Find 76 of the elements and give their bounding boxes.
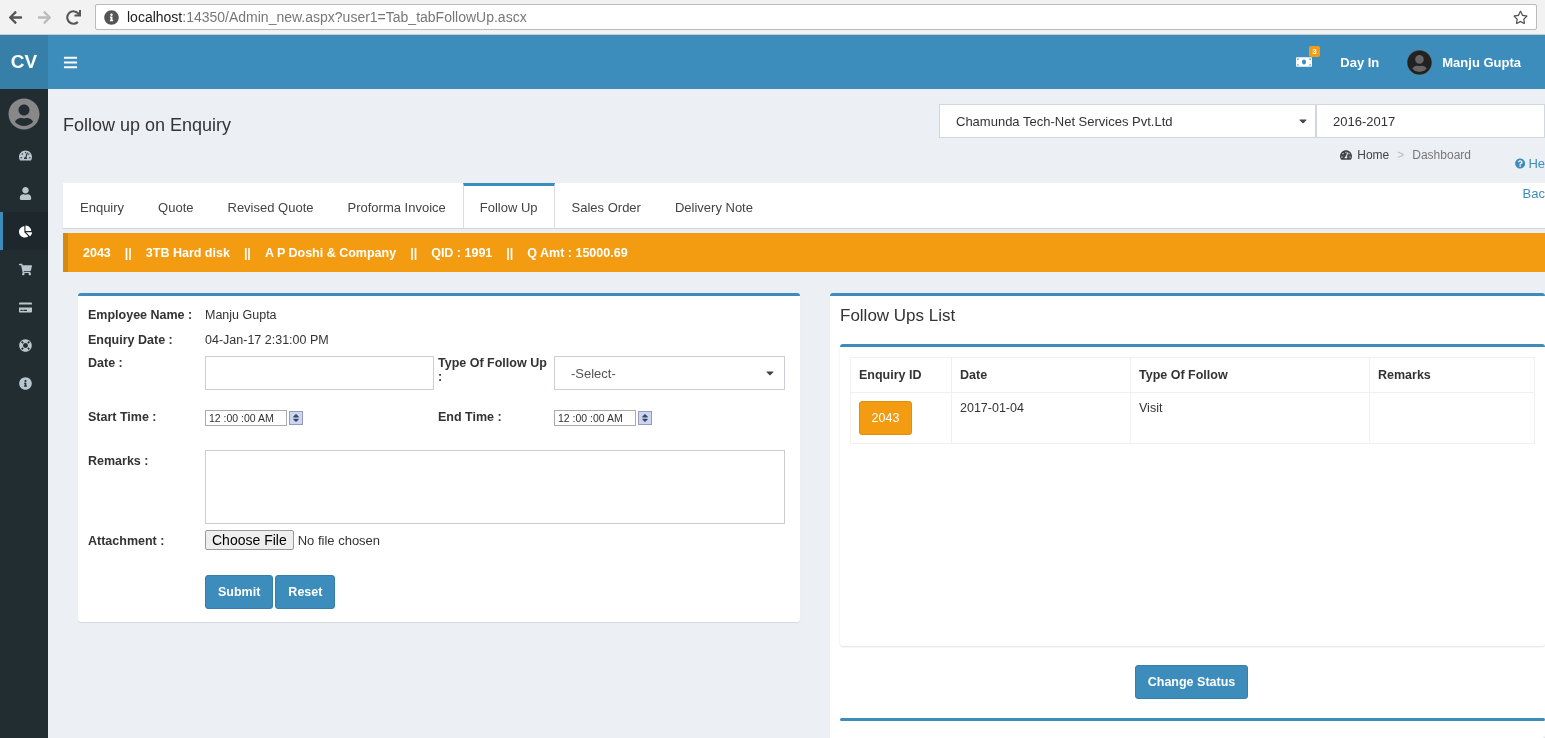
company-select[interactable]: Chamunda Tech-Net Services Pvt.Ltd: [939, 104, 1316, 138]
back-link[interactable]: Bac: [1522, 186, 1545, 201]
summary-item: 3TB Hard disk: [145, 245, 230, 260]
dashboard-icon: [19, 148, 32, 162]
url-host: localhost: [127, 9, 183, 25]
column-header: Type Of Follow: [1130, 357, 1370, 393]
tab[interactable]: Quote: [141, 183, 211, 228]
info-icon: [104, 9, 119, 25]
time-field[interactable]: 12 :00 :00 AM: [205, 410, 287, 426]
tab[interactable]: Revised Quote: [210, 183, 331, 228]
type-select[interactable]: -Select-: [554, 356, 785, 390]
spinner-icon[interactable]: [638, 411, 652, 425]
tab[interactable]: Follow Up: [462, 183, 555, 228]
field-label: Enquiry Date :: [88, 333, 173, 347]
tab[interactable]: Sales Order: [554, 183, 658, 228]
star-icon[interactable]: [1513, 9, 1528, 25]
address-bar[interactable]: localhost:14350/Admin_new.aspx?user1=Tab_tabFollowUp.ascx: [95, 4, 1537, 30]
help-icon[interactable]: [1515, 156, 1526, 170]
submit-button[interactable]: Submit: [205, 575, 274, 609]
life-ring-icon: [19, 338, 32, 352]
home-link[interactable]: Home: [1357, 148, 1390, 162]
card-title: Follow Ups List: [840, 306, 957, 326]
column-header: Remarks: [1369, 357, 1535, 393]
tab[interactable]: Delivery Note: [657, 183, 770, 228]
summary-item: 2043: [83, 245, 111, 260]
table-cell: Visit: [1130, 392, 1370, 444]
field-label: Attachment :: [88, 534, 165, 548]
table-cell: 2017-01-04: [951, 392, 1131, 444]
user-icon: [19, 186, 32, 200]
date-field[interactable]: [205, 356, 434, 390]
field-label: Type Of Follow Up :: [438, 356, 548, 384]
column-header: Enquiry ID: [850, 357, 952, 393]
change-status-button[interactable]: Change Status: [1134, 665, 1249, 699]
page-title: Follow up on Enquiry: [63, 115, 232, 136]
field-label: Start Time :: [88, 410, 157, 424]
back-icon[interactable]: [8, 9, 23, 25]
separator: ||: [124, 245, 132, 260]
summary-item: Q Amt : 15000.69: [527, 245, 628, 260]
pie-chart-item[interactable]: [0, 212, 48, 250]
money-icon[interactable]: [1296, 54, 1313, 70]
file-status: No file chosen: [297, 532, 381, 548]
separator: ||: [410, 245, 418, 260]
column-header: Date: [951, 357, 1131, 393]
info-icon: [19, 376, 32, 390]
field-label: Employee Name :: [88, 308, 193, 322]
tab[interactable]: Enquiry: [63, 183, 142, 228]
year-select[interactable]: 2016-2017: [1316, 104, 1545, 138]
credit-card-icon: [19, 300, 32, 314]
field-value: Manju Gupta: [205, 308, 277, 322]
spinner-icon[interactable]: [289, 411, 303, 425]
summary-item: A P Doshi & Company: [264, 245, 397, 260]
remarks-field[interactable]: [205, 450, 785, 524]
field-label: Remarks :: [88, 454, 149, 468]
time-field[interactable]: 12 :00 :00 AM: [554, 410, 636, 426]
reload-icon[interactable]: [66, 9, 81, 25]
pie-chart-icon: [19, 224, 32, 238]
dashboard-icon: [1340, 149, 1353, 161]
choose-file-button[interactable]: Choose File: [205, 530, 294, 550]
field-label: End Time :: [438, 410, 502, 424]
day-in-link[interactable]: Day In: [1340, 54, 1380, 70]
logo: CV: [0, 35, 48, 89]
reset-button[interactable]: Reset: [275, 575, 336, 609]
cart-icon: [19, 262, 32, 276]
field-value: 04-Jan-17 2:31:00 PM: [205, 333, 329, 347]
breadcrumb-item: Dashboard: [1412, 148, 1471, 162]
summary-item: QID : 1991: [431, 245, 493, 260]
separator: ||: [506, 245, 514, 260]
field-label: Date :: [88, 356, 123, 370]
notification-count: 3: [1309, 46, 1320, 57]
url-path: :14350/Admin_new.aspx?user1=Tab_tabFollowUp.ascx: [182, 9, 527, 25]
breadcrumb-separator: >: [1397, 148, 1405, 162]
avatar-icon: [1407, 49, 1433, 75]
separator: ||: [243, 245, 251, 260]
user-name[interactable]: Manju Gupta: [1442, 54, 1521, 70]
menu-icon[interactable]: [63, 54, 78, 70]
tab[interactable]: Proforma Invoice: [330, 183, 463, 228]
